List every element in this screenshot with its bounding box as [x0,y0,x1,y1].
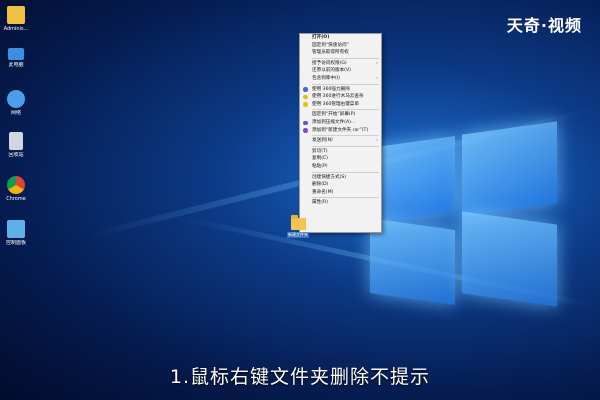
submenu-arrow-icon: › [376,60,378,66]
menu-item[interactable]: 使用 360强力删除 [300,86,381,94]
menu-item-icon [303,120,308,126]
desktop-icon-label: Chrome [6,196,26,202]
menu-item[interactable]: 添加到压缩文件(A)... [300,119,381,127]
folder-label: 新建文件夹 [287,232,309,238]
menu-item-label: 粘贴(P) [312,163,328,169]
menu-item-label: 剪切(T) [312,148,328,154]
menu-separator [312,83,379,85]
desktop-icon-admin[interactable]: Adminis... [0,6,32,33]
menu-item-label: 打开(O) [312,35,330,40]
menu-item[interactable]: 使用 360管理右键菜单 [300,101,381,109]
menu-item-label: 复制(C) [312,156,328,162]
logo-pane [370,218,455,305]
submenu-arrow-icon: › [376,75,378,81]
menu-item-label: 固定到“快速访问” [312,42,349,48]
menu-item-label: 包含到库中(I) [312,75,340,81]
desktop-icon-label: 控制面板 [5,240,26,246]
recycle-bin-icon [9,132,23,150]
menu-item-label: 授予访问权限(G) [312,60,347,66]
logo-pane [370,136,455,223]
menu-item-label: 添加到“新建文件夹.rar”(T) [312,127,369,133]
menu-item[interactable]: 创建快捷方式(S) [300,174,381,182]
menu-separator [312,135,379,137]
watermark-logo: 天奇·视频 [506,16,582,35]
menu-item-icon [303,128,308,133]
menu-item[interactable]: 删除(D) [300,181,381,189]
menu-item-label: 管理员取得所有权 [312,50,349,56]
menu-item[interactable]: 复制(C) [300,155,381,163]
menu-item-label: 还原以前的版本(V) [312,68,351,74]
control-panel-icon [7,220,25,238]
folder-icon [290,215,306,230]
menu-item[interactable]: 管理员取得所有权 [300,49,381,57]
new-folder[interactable]: 新建文件夹 [287,215,309,238]
context-menu: 打开(O) 固定到“快速访问” 管理员取得所有权 授予访问权限(G) › 还原以前的版本(… [299,33,382,233]
menu-item[interactable]: 还原以前的版本(V) [300,67,381,75]
menu-item-label: 重命名(M) [312,189,334,195]
menu-separator [312,171,379,173]
menu-item[interactable]: 发送到(N) › [300,137,381,145]
menu-separator [312,109,379,111]
desktop-icon-network[interactable]: 网络 [0,90,32,117]
menu-item[interactable]: 属性(R) [300,199,381,207]
menu-item[interactable]: 使用 360进行木马云查杀 [300,93,381,101]
menu-item-label: 使用 360强力删除 [312,86,350,92]
desktop-icon-recycle-bin[interactable]: 回收站 [0,132,32,159]
menu-item[interactable]: 粘贴(P) [300,163,381,171]
submenu-arrow-icon: › [376,138,378,144]
menu-item[interactable]: 添加到“新建文件夹.rar”(T) [300,127,381,135]
menu-item[interactable]: 授予访问权限(G) › [300,60,381,68]
menu-separator [312,145,379,147]
logo-pane [462,121,557,217]
desktop-icon-label: 回收站 [8,152,24,158]
menu-item[interactable]: 剪切(T) [300,148,381,156]
desktop-icon-label: 此电脑 [8,62,24,68]
menu-item-label: 属性(R) [312,200,328,206]
logo-pane [462,211,557,307]
menu-item-label: 添加到压缩文件(A)... [312,119,356,125]
menu-separator [312,197,379,199]
user-folder-icon [7,6,25,24]
desktop-icon-label: Adminis... [3,26,29,32]
menu-item-label: 使用 360进行木马云查杀 [312,94,364,100]
menu-item[interactable]: 固定到“开始”屏幕(P) [300,111,381,119]
desktop-icon-label: 网络 [10,110,21,116]
menu-separator [312,57,379,59]
menu-item-label: 创建快捷方式(S) [312,174,347,180]
menu-item[interactable]: 固定到“快速访问” [300,42,381,50]
menu-item-icon [303,87,308,92]
subtitle-caption: 1.鼠标右键文件夹删除不提示 [169,366,431,388]
windows-logo [370,120,560,307]
network-icon [7,90,25,108]
menu-item-label: 固定到“开始”屏幕(P) [312,112,356,118]
desktop-icon-computer[interactable]: 此电脑 [0,48,32,69]
desktop-icon-chrome[interactable]: Chrome [0,176,32,203]
menu-item-icon [303,94,308,100]
menu-item[interactable]: 重命名(M) [300,189,381,197]
chrome-icon [7,176,25,194]
menu-item-label: 使用 360管理右键菜单 [312,101,359,107]
menu-item[interactable]: 打开(O) [300,34,381,42]
computer-icon [8,48,24,60]
menu-item-label: 删除(D) [312,182,329,188]
desktop-icon-control-panel[interactable]: 控制面板 [0,220,32,247]
menu-item-icon [303,102,308,107]
menu-item[interactable]: 包含到库中(I) › [300,75,381,83]
menu-item-label: 发送到(N) [312,138,333,144]
